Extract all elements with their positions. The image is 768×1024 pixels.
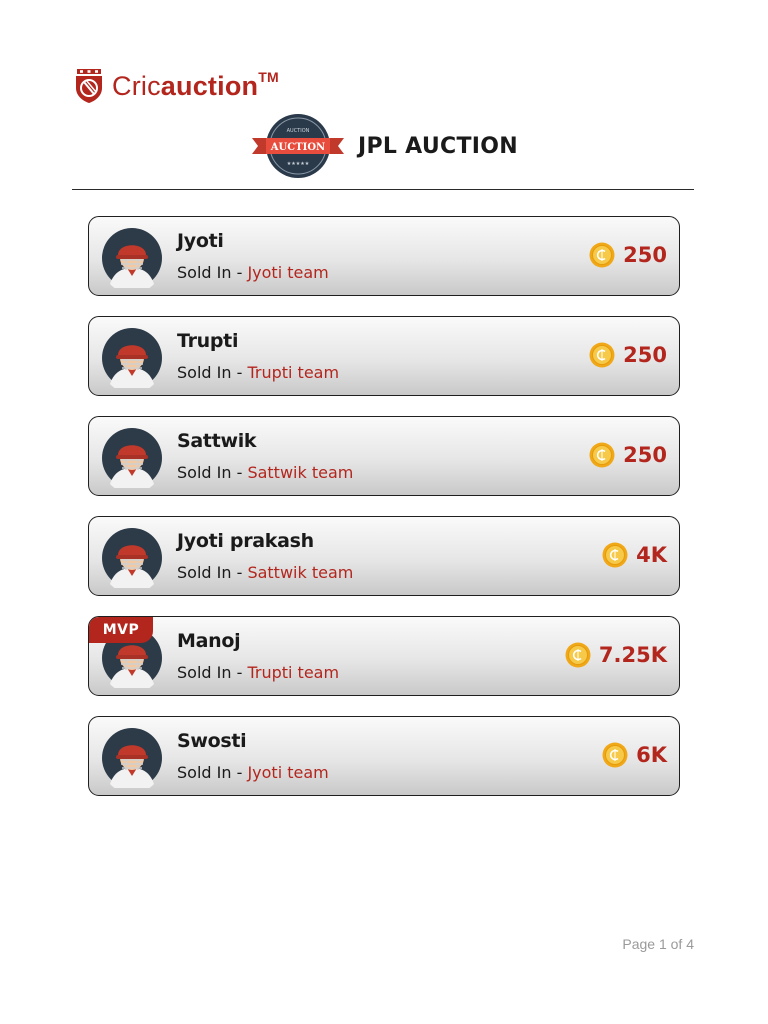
brand-suffix: auction bbox=[160, 70, 259, 101]
cricket-player-avatar-icon bbox=[102, 228, 162, 288]
player-card-5[interactable]: Manoj Sold In - Trupti team 7.25K MVP bbox=[88, 616, 680, 696]
cricket-player-avatar-icon bbox=[102, 328, 162, 388]
player-card-4[interactable]: Jyoti prakash Sold In - Sattwik team 4K bbox=[88, 516, 680, 596]
player-name: Trupti bbox=[177, 330, 239, 352]
sold-price: 4K bbox=[602, 542, 667, 568]
coin-icon bbox=[589, 242, 615, 268]
price-amount: 4K bbox=[636, 543, 667, 567]
sold-in-text: Sold In - Trupti team bbox=[177, 363, 339, 382]
player-card-1[interactable]: Jyoti Sold In - Jyoti team 250 bbox=[88, 216, 680, 296]
team-name: Trupti team bbox=[247, 663, 340, 682]
brand-trademark: TM bbox=[258, 68, 279, 85]
sold-price: 250 bbox=[589, 242, 667, 268]
sold-in-text: Sold In - Jyoti team bbox=[177, 763, 329, 782]
price-amount: 6K bbox=[636, 743, 667, 767]
price-amount: 250 bbox=[623, 443, 667, 467]
coin-icon bbox=[602, 542, 628, 568]
auction-badge-icon: AUCTION AUCTION ★★★★★ bbox=[252, 114, 344, 178]
team-name: Jyoti team bbox=[247, 763, 329, 782]
sold-in-label: Sold In - bbox=[177, 363, 248, 382]
badge-label: AUCTION bbox=[270, 142, 325, 153]
coin-icon bbox=[565, 642, 591, 668]
sold-price: 6K bbox=[602, 742, 667, 768]
price-amount: 250 bbox=[623, 243, 667, 267]
sold-price: 7.25K bbox=[565, 642, 667, 668]
team-name: Sattwik team bbox=[247, 463, 354, 482]
mvp-badge: MVP bbox=[89, 617, 153, 643]
event-header: AUCTION AUCTION ★★★★★ JPL AUCTION bbox=[250, 112, 518, 180]
team-name: Jyoti team bbox=[247, 263, 329, 282]
brand-logo: CricauctionTM bbox=[74, 68, 279, 104]
page-indicator: Page 1 of 4 bbox=[622, 936, 694, 952]
badge-small-text: AUCTION bbox=[287, 128, 310, 134]
cricket-player-avatar-icon bbox=[102, 728, 162, 788]
sold-in-text: Sold In - Jyoti team bbox=[177, 263, 329, 282]
player-name: Jyoti bbox=[177, 230, 224, 252]
sold-in-text: Sold In - Sattwik team bbox=[177, 563, 353, 582]
player-name: Manoj bbox=[177, 630, 241, 652]
sold-in-label: Sold In - bbox=[177, 763, 248, 782]
player-name: Jyoti prakash bbox=[177, 530, 314, 552]
cricauction-shield-icon bbox=[76, 69, 102, 103]
cricket-player-avatar-icon bbox=[102, 428, 162, 488]
team-name: Trupti team bbox=[247, 363, 340, 382]
brand-prefix: Cric bbox=[112, 70, 161, 101]
price-amount: 250 bbox=[623, 343, 667, 367]
cricket-player-avatar-icon bbox=[102, 528, 162, 588]
sold-price: 250 bbox=[589, 442, 667, 468]
header-divider bbox=[72, 189, 694, 190]
sold-in-text: Sold In - Sattwik team bbox=[177, 463, 353, 482]
player-card-6[interactable]: Swosti Sold In - Jyoti team 6K bbox=[88, 716, 680, 796]
sold-in-label: Sold In - bbox=[177, 463, 248, 482]
player-name: Sattwik bbox=[177, 430, 257, 452]
event-title: JPL AUCTION bbox=[358, 133, 518, 159]
coin-icon bbox=[589, 342, 615, 368]
sold-in-label: Sold In - bbox=[177, 263, 248, 282]
player-list: Jyoti Sold In - Jyoti team 250 Trupti So… bbox=[88, 216, 680, 816]
sold-in-label: Sold In - bbox=[177, 663, 248, 682]
player-card-3[interactable]: Sattwik Sold In - Sattwik team 250 bbox=[88, 416, 680, 496]
price-amount: 7.25K bbox=[598, 643, 667, 667]
player-card-2[interactable]: Trupti Sold In - Trupti team 250 bbox=[88, 316, 680, 396]
svg-text:★★★★★: ★★★★★ bbox=[287, 161, 310, 167]
player-name: Swosti bbox=[177, 730, 247, 752]
coin-icon bbox=[602, 742, 628, 768]
sold-in-label: Sold In - bbox=[177, 563, 248, 582]
sold-in-text: Sold In - Trupti team bbox=[177, 663, 339, 682]
team-name: Sattwik team bbox=[247, 563, 354, 582]
coin-icon bbox=[589, 442, 615, 468]
sold-price: 250 bbox=[589, 342, 667, 368]
